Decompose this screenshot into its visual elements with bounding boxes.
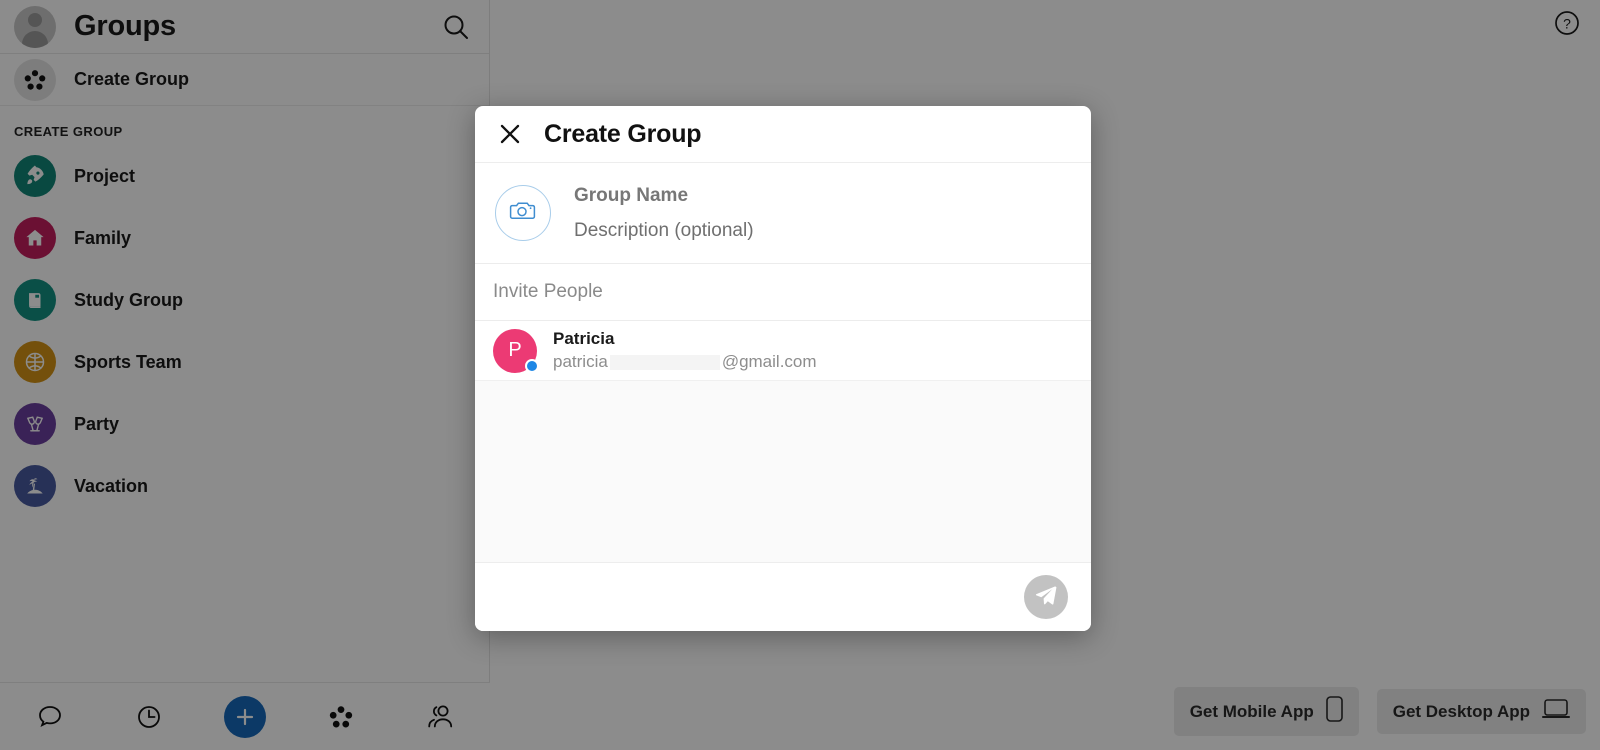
contact-list: P Patricia patricia @gmail.com [475,321,1091,562]
avatar-initial: P [508,339,521,362]
group-identity-section [475,163,1091,264]
send-paper-plane-icon [1034,583,1058,612]
create-group-modal: Create Group [475,106,1091,631]
group-description-input[interactable] [574,220,1004,242]
online-presence-indicator [525,359,539,373]
invite-people-input[interactable] [493,281,1053,303]
list-item[interactable]: P Patricia patricia @gmail.com [475,321,1091,381]
avatar: P [493,329,537,373]
invite-people-section [475,264,1091,321]
contact-email-domain: @gmail.com [722,352,817,372]
contact-email-prefix: patricia [553,352,608,372]
contact-info: Patricia patricia @gmail.com [553,329,817,372]
group-photo-upload-button[interactable] [495,185,551,241]
send-button[interactable] [1024,575,1068,619]
modal-footer [475,562,1091,631]
modal-title: Create Group [544,120,701,149]
contact-name: Patricia [553,329,817,349]
contact-email: patricia @gmail.com [553,352,817,372]
group-name-fields [574,185,1004,242]
app-root: ? Get Mobile App Get Desktop App [0,0,1600,750]
modal-header: Create Group [475,106,1091,163]
group-name-input[interactable] [574,185,1004,207]
camera-icon [509,197,537,230]
redacted-email-block [610,355,720,370]
close-icon[interactable] [495,119,525,149]
